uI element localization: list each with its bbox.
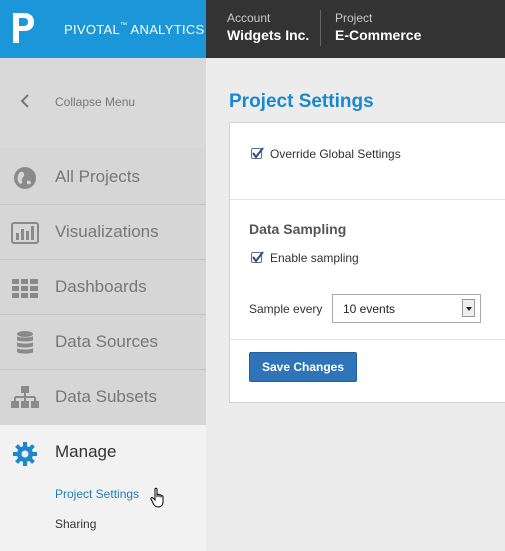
dropdown-arrow-icon <box>462 299 475 317</box>
sidebar-item-data-sources[interactable]: Data Sources <box>0 315 206 370</box>
enable-sampling-checkbox[interactable] <box>251 251 264 263</box>
sidebar-item-label: Data Sources <box>55 332 158 351</box>
sidebar-item-dashboards[interactable]: Dashboards <box>0 260 206 315</box>
save-changes-button[interactable]: Save Changes <box>249 352 357 382</box>
sidebar-item-all-projects[interactable]: All Projects <box>0 150 206 205</box>
project-selector[interactable]: Project E-Commerce <box>335 10 421 44</box>
project-value: E-Commerce <box>335 27 422 43</box>
panel-divider <box>230 199 505 200</box>
override-global-label[interactable]: Override Global Settings <box>270 147 401 161</box>
sidebar-item-manage[interactable]: Manage Project Settings Sharing <box>0 425 206 551</box>
project-label: Project <box>335 11 373 25</box>
sample-every-label: Sample every <box>249 302 323 316</box>
sidebar-subitem-sharing[interactable]: Sharing <box>55 517 96 531</box>
hierarchy-icon <box>11 386 39 408</box>
override-global-checkbox[interactable] <box>251 147 264 159</box>
grid-icon <box>12 279 38 298</box>
brand-area: PIVOTAL™ ANALYTICS <box>0 0 206 58</box>
collapse-menu-label: Collapse Menu <box>55 95 136 109</box>
enable-sampling-label[interactable]: Enable sampling <box>270 251 359 265</box>
sidebar-subitem-project-settings[interactable]: Project Settings <box>55 487 139 501</box>
sidebar-item-label: Dashboards <box>55 277 147 296</box>
sidebar-item-data-subsets[interactable]: Data Subsets <box>0 370 206 425</box>
panel-divider <box>230 339 505 340</box>
settings-panel: Override Global Settings Data Sampling E… <box>229 122 505 403</box>
checkmark-icon <box>252 147 264 159</box>
account-value: Widgets Inc. <box>227 27 310 43</box>
hand-cursor-icon <box>150 487 164 508</box>
database-icon <box>17 331 33 354</box>
chevron-left-icon <box>20 94 29 108</box>
data-sampling-title: Data Sampling <box>249 221 347 237</box>
collapse-menu-button[interactable]: Collapse Menu <box>0 58 206 148</box>
account-selector[interactable]: Account Widgets Inc. <box>227 10 309 44</box>
sidebar-item-label: Visualizations <box>55 222 159 241</box>
sample-every-select[interactable]: 10 events <box>332 294 481 323</box>
globe-icon <box>14 167 36 189</box>
context-divider <box>320 10 321 46</box>
sidebar: Collapse Menu All Projects Visualization… <box>0 58 206 551</box>
top-bar: PIVOTAL™ ANALYTICS Account Widgets Inc. … <box>0 0 505 58</box>
checkmark-icon <box>252 251 264 263</box>
page-title: Project Settings <box>229 91 374 112</box>
pivotal-logo-icon <box>13 13 34 43</box>
bar-chart-icon <box>11 222 39 244</box>
gear-icon <box>13 442 37 466</box>
sample-every-value: 10 events <box>343 302 396 316</box>
sidebar-item-label: All Projects <box>55 167 141 186</box>
sidebar-item-visualizations[interactable]: Visualizations <box>0 205 206 260</box>
account-label: Account <box>227 11 271 25</box>
logo[interactable] <box>0 0 50 58</box>
sidebar-item-label: Manage <box>55 442 117 461</box>
sidebar-item-label: Data Subsets <box>55 387 158 406</box>
brand-name: PIVOTAL™ ANALYTICS <box>64 22 205 37</box>
